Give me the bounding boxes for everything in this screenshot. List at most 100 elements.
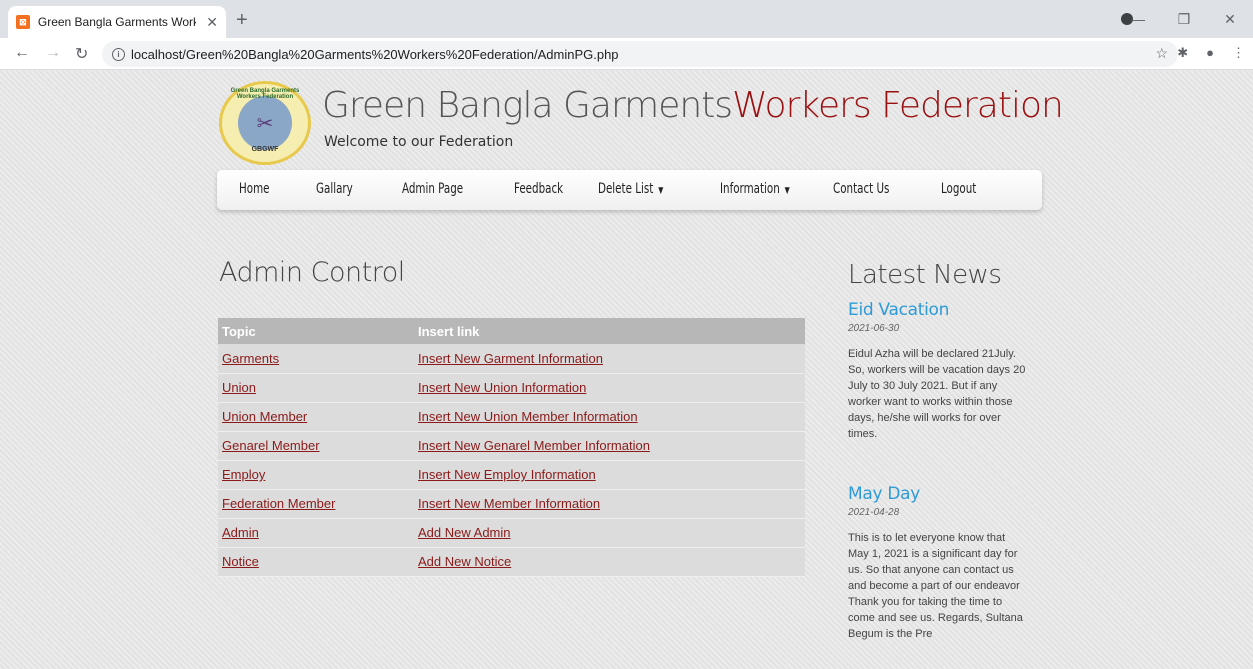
table-row: Garments Insert New Garment Information [218, 344, 805, 374]
insert-cell: Add New Notice [414, 547, 805, 577]
nav-information-label: Information [720, 181, 780, 197]
nav-information[interactable]: Information ▼ [720, 181, 790, 197]
browser-toolbar: ← → ↻ i localhost/Green%20Bangla%20Garme… [0, 38, 1253, 70]
topic-cell: Notice [218, 547, 414, 577]
site-title-part2: Workers Federation [732, 85, 1064, 126]
topic-link[interactable]: Notice [222, 554, 259, 569]
browser-tabbar: ⊠ Green Bangla Garments Workers ✕ + — ❐ … [0, 0, 1253, 38]
site-info-icon[interactable]: i [112, 47, 125, 61]
insert-link[interactable]: Insert New Union Information [418, 380, 586, 395]
insert-link[interactable]: Insert New Garment Information [418, 351, 603, 366]
news-title[interactable]: Eid Vacation [848, 300, 1028, 320]
insert-link[interactable]: Insert New Union Member Information [418, 409, 638, 424]
news-title[interactable]: May Day [848, 484, 1028, 504]
menu-kebab-icon[interactable]: ⋮ [1232, 45, 1245, 61]
topic-cell: Admin [218, 518, 414, 548]
topic-cell: Employ [218, 460, 414, 490]
back-icon[interactable]: ← [14, 44, 30, 62]
insert-cell: Add New Admin [414, 518, 805, 548]
topic-link[interactable]: Union [222, 380, 256, 395]
nav-admin-page[interactable]: Admin Page [402, 181, 463, 197]
insert-cell: Insert New Union Member Information [414, 402, 805, 432]
nav-contact-us-label: Contact Us [833, 181, 890, 197]
minimize-icon[interactable]: — [1115, 11, 1161, 27]
logo-ring-text: Green Bangla Garments Workers Federation [230, 88, 300, 100]
table-row: Union Insert New Union Information [218, 373, 805, 403]
nav-home-label: Home [239, 181, 270, 197]
address-bar[interactable]: i localhost/Green%20Bangla%20Garments%20… [102, 41, 1178, 67]
topic-cell: Union [218, 373, 414, 403]
column-header-topic: Topic [218, 318, 414, 344]
insert-cell: Insert New Union Information [414, 373, 805, 403]
insert-link[interactable]: Add New Notice [418, 554, 511, 569]
window-controls: — ❐ ✕ [1115, 0, 1253, 38]
topic-link[interactable]: Federation Member [222, 496, 335, 511]
main-nav: Home Gallary Admin Page Feedback Delete … [217, 170, 1042, 210]
insert-link[interactable]: Add New Admin [418, 525, 511, 540]
window-close-icon[interactable]: ✕ [1207, 11, 1253, 28]
topic-cell: Union Member [218, 402, 414, 432]
nav-logout[interactable]: Logout [941, 181, 976, 197]
insert-link[interactable]: Insert New Member Information [418, 496, 600, 511]
tab-title: Green Bangla Garments Workers [37, 15, 197, 29]
insert-cell: Insert New Employ Information [414, 460, 805, 490]
topic-link[interactable]: Genarel Member [222, 438, 320, 453]
favicon-icon: ⊠ [16, 15, 30, 29]
nav-feedback-label: Feedback [514, 181, 564, 197]
insert-link[interactable]: Insert New Employ Information [418, 467, 596, 482]
nav-gallary-label: Gallary [316, 181, 353, 197]
reload-icon[interactable]: ↻ [75, 44, 88, 64]
nav-delete-list-label: Delete List [598, 181, 654, 197]
table-row: Employ Insert New Employ Information [218, 460, 805, 490]
table-row: Admin Add New Admin [218, 518, 805, 548]
chevron-down-icon: ▼ [658, 186, 664, 196]
nav-home[interactable]: Home [239, 181, 270, 197]
topic-cell: Federation Member [218, 489, 414, 519]
federation-logo[interactable]: Green Bangla Garments Workers Federation… [219, 81, 311, 165]
browser-tab[interactable]: ⊠ Green Bangla Garments Workers ✕ [8, 6, 226, 38]
site-title: Green Bangla GarmentsWorkers Federation [322, 85, 1064, 126]
topic-cell: Garments [218, 344, 414, 374]
extension-area: ✱ ● ⋮ [1177, 45, 1245, 61]
column-header-insert-link: Insert link [414, 318, 805, 344]
news-item: Eid Vacation 2021-06-30 Eidul Azha will … [848, 300, 1028, 442]
sewing-worker-icon: ✂ [238, 96, 292, 150]
new-tab-icon[interactable]: + [236, 9, 248, 32]
nav-contact-us[interactable]: Contact Us [833, 181, 889, 197]
extensions-icon[interactable]: ✱ [1177, 45, 1188, 61]
logo-abbreviation: GBGWF [251, 146, 279, 153]
profile-icon[interactable]: ● [1206, 45, 1214, 61]
site-tagline: Welcome to our Federation [324, 134, 514, 150]
nav-logout-label: Logout [941, 181, 977, 197]
admin-table: Topic Insert link Garments Insert New Ga… [218, 318, 805, 577]
nav-delete-list[interactable]: Delete List ▼ [598, 181, 663, 197]
admin-heading: Admin Control [219, 257, 405, 288]
insert-cell: Insert New Garment Information [414, 344, 805, 374]
nav-feedback[interactable]: Feedback [514, 181, 563, 197]
insert-cell: Insert New Genarel Member Information [414, 431, 805, 461]
tab-close-icon[interactable]: ✕ [206, 14, 218, 31]
topic-link[interactable]: Union Member [222, 409, 307, 424]
topic-link[interactable]: Garments [222, 351, 279, 366]
chevron-down-icon: ▼ [784, 186, 790, 196]
news-body: This is to let everyone know that May 1,… [848, 532, 1023, 640]
nav-gallary[interactable]: Gallary [316, 181, 353, 197]
page-content: Green Bangla Garments Workers Federation… [0, 71, 1253, 669]
nav-admin-page-label: Admin Page [402, 181, 464, 197]
news-date: 2021-06-30 [848, 323, 900, 334]
address-url: localhost/Green%20Bangla%20Garments%20Wo… [131, 46, 619, 62]
forward-icon[interactable]: → [45, 44, 61, 62]
table-header-row: Topic Insert link [218, 318, 805, 344]
bookmark-star-icon[interactable]: ☆ [1155, 45, 1168, 62]
table-row: Union Member Insert New Union Member Inf… [218, 402, 805, 432]
topic-link[interactable]: Employ [222, 467, 265, 482]
news-body: Eidul Azha will be declared 21July. So, … [848, 348, 1026, 440]
topic-link[interactable]: Admin [222, 525, 259, 540]
insert-link[interactable]: Insert New Genarel Member Information [418, 438, 650, 453]
restore-icon[interactable]: ❐ [1161, 11, 1207, 28]
table-row: Federation Member Insert New Member Info… [218, 489, 805, 519]
news-date: 2021-04-28 [848, 507, 900, 518]
insert-cell: Insert New Member Information [414, 489, 805, 519]
news-item: May Day 2021-04-28 This is to let everyo… [848, 484, 1028, 642]
topic-cell: Genarel Member [218, 431, 414, 461]
